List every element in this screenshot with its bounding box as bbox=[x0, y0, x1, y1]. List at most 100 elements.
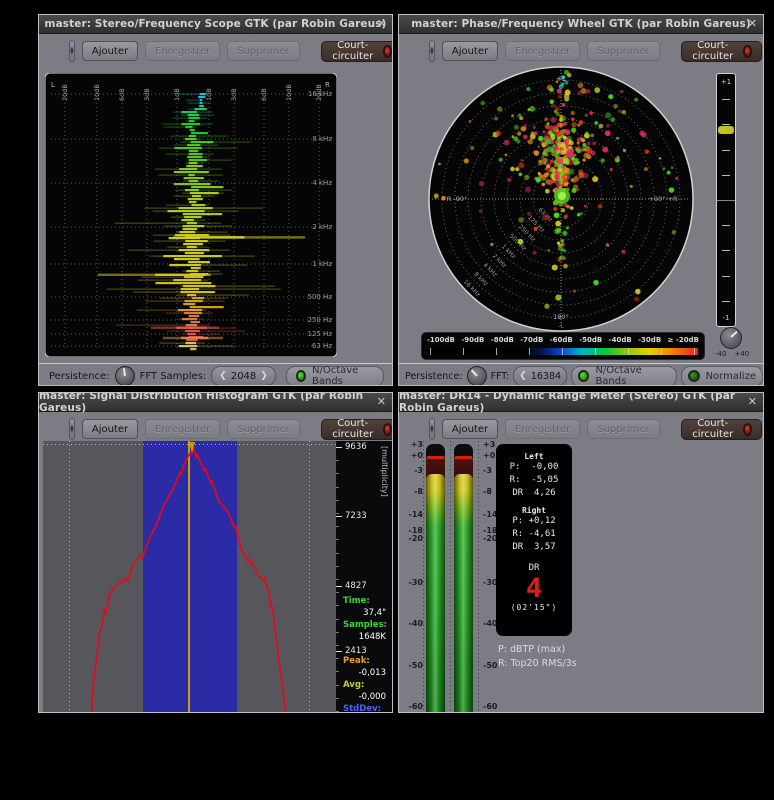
normalize-toggle[interactable]: Normalize bbox=[681, 366, 763, 387]
ajouter-button[interactable]: Ajouter bbox=[82, 41, 138, 61]
left-header: Left bbox=[496, 452, 572, 461]
spinner-arrows-icon: ▲▼ bbox=[430, 47, 434, 55]
enregistrer-button: Enregistrer bbox=[145, 41, 220, 61]
colorbar-label: -70dB bbox=[520, 336, 543, 344]
titlebar[interactable]: master: Phase/Frequency Wheel GTK (par R… bbox=[399, 15, 763, 34]
freq-axis-label: 250 Hz bbox=[307, 316, 332, 324]
persistence-knob[interactable] bbox=[115, 366, 135, 386]
right-header: Right bbox=[496, 506, 572, 515]
colorbar-label: -30dB bbox=[638, 336, 661, 344]
octave-led-icon bbox=[578, 370, 589, 382]
spin-left-icon[interactable]: ❮ bbox=[219, 371, 227, 381]
persistence-label: Persistence: bbox=[49, 371, 110, 382]
stat-value: -0,000 bbox=[359, 692, 386, 702]
meter-scale-label: -14 bbox=[409, 510, 423, 519]
fft-label: FFT: bbox=[491, 371, 510, 382]
dr-time: (02'15") bbox=[496, 603, 572, 612]
db-axis-label: 6dB bbox=[118, 88, 126, 101]
corr-top-label: +1 bbox=[717, 78, 735, 86]
axis-tick-label: 7233 bbox=[345, 511, 367, 521]
histogram-axis: [multiplicity] 9636723348272413Time:37,4… bbox=[336, 441, 392, 713]
preset-spinner[interactable]: ▲▼ bbox=[429, 40, 435, 62]
scope-plot: LR20dB10dB6dB3dB1dB1dB3dB6dB10dB20dB16 k… bbox=[45, 73, 337, 357]
correlation-meter: +1 -1 bbox=[716, 73, 736, 327]
plugin-toolbar: ▲▼ Ajouter Enregistrer Supprimer Court-c… bbox=[39, 417, 392, 441]
db-axis-label: 10dB bbox=[285, 84, 293, 101]
octave-bands-toggle[interactable]: N/Octave Bands bbox=[571, 366, 677, 387]
colorbar-label: -50dB bbox=[579, 336, 602, 344]
stat-value: -0,013 bbox=[359, 668, 386, 678]
close-icon[interactable]: ✕ bbox=[377, 17, 386, 30]
meter-scale-label: +3 bbox=[411, 440, 423, 449]
preset-spinner[interactable]: ▲▼ bbox=[429, 418, 435, 440]
minor-tick bbox=[336, 513, 339, 514]
preset-spinner[interactable]: ▲▼ bbox=[69, 418, 75, 440]
stat-label: StdDev: bbox=[343, 704, 381, 713]
corr-tick bbox=[722, 124, 730, 125]
bypass-button[interactable]: Court-circuiter bbox=[321, 41, 393, 62]
octave-led-icon bbox=[296, 370, 306, 382]
axis-tick-label: 2413 bbox=[345, 646, 367, 656]
spin-right-icon[interactable]: ❯ bbox=[260, 371, 268, 381]
preset-spinner[interactable]: ▲▼ bbox=[69, 40, 75, 62]
fft-samples-spinner[interactable]: ❮ 2048 ❯ bbox=[211, 366, 276, 386]
zoom-knob-group: -40 +40 bbox=[715, 327, 749, 358]
colorbar-tick bbox=[529, 348, 530, 355]
close-icon[interactable]: ✕ bbox=[748, 395, 757, 408]
colorbar-gradient bbox=[428, 348, 698, 355]
freq-axis-label: 4 kHz bbox=[312, 179, 332, 187]
titlebar[interactable]: master: DR14 - Dynamic Range Meter (Ster… bbox=[399, 393, 763, 412]
stat-value: 37,4" bbox=[363, 608, 386, 618]
spinner-arrows-icon: ▲▼ bbox=[430, 425, 434, 433]
titlebar[interactable]: master: Signal Distribution Histogram GT… bbox=[39, 393, 392, 412]
bypass-button[interactable]: Court-circuiter bbox=[321, 419, 393, 440]
meter-scale-label: +3 bbox=[483, 440, 495, 449]
bypass-button[interactable]: Court-circuiter bbox=[681, 41, 763, 62]
range-knob[interactable] bbox=[720, 327, 742, 349]
meter-ticks bbox=[478, 441, 479, 712]
meter-scale-label: -30 bbox=[409, 578, 423, 587]
fft-spinner[interactable]: ❮ 16384 bbox=[513, 366, 567, 386]
corr-tick bbox=[717, 200, 735, 201]
wheel-label: R -90° bbox=[447, 195, 467, 203]
minor-tick bbox=[336, 711, 339, 712]
right-dr: DR 3,57 bbox=[496, 541, 572, 554]
close-icon[interactable]: ✕ bbox=[377, 395, 386, 408]
db-axis-label: 6dB bbox=[260, 88, 268, 101]
meter-scale-label: -8 bbox=[414, 487, 423, 496]
spin-left-icon[interactable]: ❮ bbox=[519, 371, 527, 381]
wheel-label: 180° bbox=[553, 313, 569, 321]
stat-label: Peak: bbox=[343, 656, 370, 666]
minor-tick bbox=[336, 526, 339, 527]
left-dr: DR 4,26 bbox=[496, 487, 572, 500]
octave-bands-toggle[interactable]: N/Octave Bands bbox=[286, 366, 384, 387]
meter-scale-left: +3+0-3-8-14-18-20-30-40-50-60 bbox=[405, 393, 423, 712]
window-phase-frequency-wheel: master: Phase/Frequency Wheel GTK (par R… bbox=[398, 14, 764, 386]
colorbar-label: -80dB bbox=[491, 336, 514, 344]
freq-axis-label: 16 kHz bbox=[308, 90, 332, 98]
stat-label: Avg: bbox=[343, 680, 364, 690]
supprimer-button: Supprimer bbox=[227, 41, 299, 61]
knob-min-label: -40 bbox=[715, 350, 726, 358]
window-title: master: Stereo/Frequency Scope GTK (par … bbox=[45, 18, 387, 30]
colorbar-tick bbox=[694, 348, 695, 355]
colorbar-tick bbox=[661, 348, 662, 355]
ajouter-button[interactable]: Ajouter bbox=[442, 41, 498, 61]
db-axis-label: 10dB bbox=[93, 84, 101, 101]
bypass-led-icon bbox=[743, 423, 753, 436]
persistence-knob[interactable] bbox=[467, 366, 487, 386]
enregistrer-button: Enregistrer bbox=[505, 419, 580, 439]
meter-scale-label: +0 bbox=[483, 451, 495, 460]
freq-axis-label: 1 kHz bbox=[312, 260, 332, 268]
window-title: master: DR14 - Dynamic Range Meter (Ster… bbox=[399, 392, 763, 414]
meter-scale-label: -50 bbox=[409, 661, 423, 670]
meter-bar-right bbox=[454, 444, 473, 712]
major-tick bbox=[336, 651, 342, 652]
close-icon[interactable]: ✕ bbox=[748, 17, 757, 30]
meter-scale-label: -40 bbox=[409, 619, 423, 628]
bypass-button[interactable]: Court-circuiter bbox=[681, 419, 763, 440]
ajouter-button[interactable]: Ajouter bbox=[82, 419, 138, 439]
meter-scale-label: -60 bbox=[483, 702, 497, 711]
titlebar[interactable]: master: Stereo/Frequency Scope GTK (par … bbox=[39, 15, 392, 34]
minor-tick bbox=[336, 553, 339, 554]
